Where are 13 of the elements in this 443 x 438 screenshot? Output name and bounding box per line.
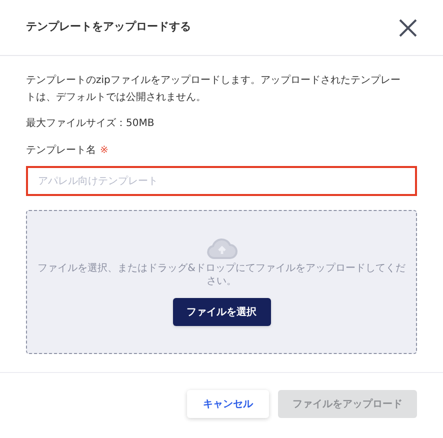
- template-name-field[interactable]: アパレル向けテンプレート: [26, 166, 417, 196]
- required-mark: ※: [100, 144, 108, 158]
- field-label: テンプレート名: [26, 144, 96, 158]
- dropzone-hint: ファイルを選択、またはドラッグ&ドロップにてファイルをアップロードしてください。: [37, 262, 406, 288]
- description-text: テンプレートのzipファイルをアップロードします。アップロードされたテンプレートは、デフォルトでは公開されません。: [26, 74, 402, 105]
- close-icon: [398, 18, 418, 38]
- select-file-button[interactable]: ファイルを選択: [172, 298, 270, 326]
- dropzone[interactable]: ファイルを選択、またはドラッグ&ドロップにてファイルをアップロードしてください。 ファイルを選択: [26, 210, 417, 354]
- close-button[interactable]: [397, 16, 419, 38]
- cancel-button[interactable]: キャンセル: [187, 390, 269, 418]
- dialog-title: テンプレートをアップロードする: [26, 19, 191, 36]
- cloud-upload-icon: [206, 238, 238, 260]
- max-size-text: 最大ファイルサイズ：50MB: [26, 116, 156, 131]
